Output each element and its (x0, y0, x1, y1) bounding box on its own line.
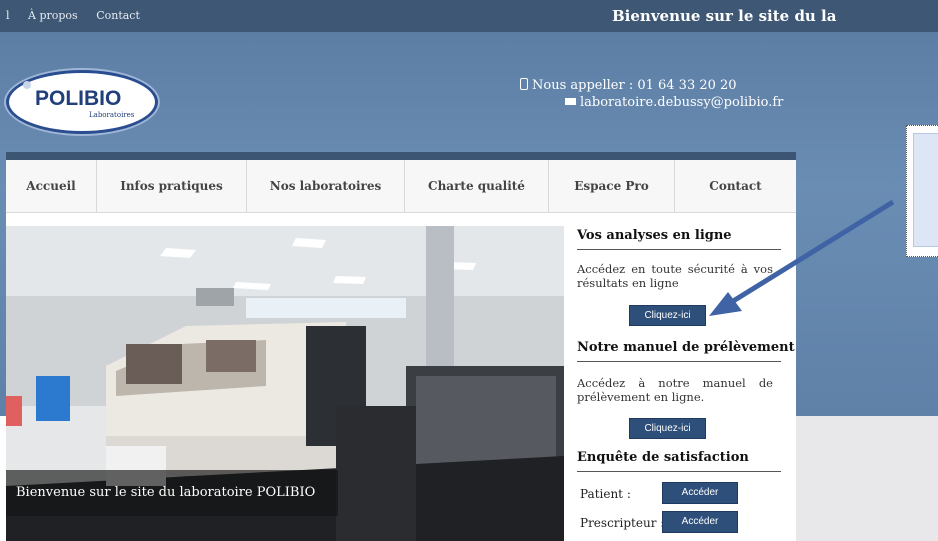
analyses-cliquez-ici-button[interactable]: Cliquez-ici (629, 305, 706, 326)
manuel-divider (577, 361, 781, 362)
nav-top-strip (6, 152, 796, 160)
mail-icon (565, 98, 576, 105)
patient-acceder-button[interactable]: Accéder (662, 482, 738, 504)
prescripteur-label: Prescripteur : (580, 516, 665, 530)
dotted-box-panel (913, 133, 938, 247)
manuel-description: Accédez à notre manuel de prélèvement en… (577, 376, 773, 404)
hero-caption: Bienvenue sur le site du laboratoire POL… (6, 470, 338, 516)
top-link-contact[interactable]: Contact (96, 9, 140, 22)
welcome-banner-text: Bienvenue sur le site du la (612, 7, 837, 25)
top-bar: l À propos Contact Bienvenue sur le site… (0, 0, 938, 32)
nav-item-charte-qualite[interactable]: Charte qualité (405, 160, 549, 212)
nav-item-contact[interactable]: Contact (675, 160, 796, 212)
top-link-apropos[interactable]: À propos (28, 9, 78, 22)
contact-info: Nous appeller : 01 64 33 20 20 laboratoi… (520, 78, 783, 110)
logo-dot (23, 81, 31, 89)
main-nav: Accueil Infos pratiques Nos laboratoires… (6, 160, 796, 213)
patient-label: Patient : (580, 487, 631, 501)
nav-item-espace-pro[interactable]: Espace Pro (549, 160, 675, 212)
analyses-description: Accédez en toute sécurité à vos résultat… (577, 262, 773, 290)
nav-item-nos-laboratoires[interactable]: Nos laboratoires (247, 160, 405, 212)
hero-caption-text: Bienvenue sur le site du laboratoire POL… (16, 485, 316, 500)
analyses-title: Vos analyses en ligne (577, 228, 732, 243)
analyses-divider (577, 249, 781, 250)
email-text[interactable]: laboratoire.debussy@polibio.fr (580, 95, 783, 110)
phone-text: Nous appeller : 01 64 33 20 20 (532, 78, 737, 93)
logo-brand-name: POLIBIO (35, 87, 122, 110)
phone-line: Nous appeller : 01 64 33 20 20 (520, 78, 737, 93)
enquete-divider (577, 471, 781, 472)
page-background-gray (796, 416, 938, 541)
manuel-cliquez-ici-button[interactable]: Cliquez-ici (629, 418, 706, 439)
email-line[interactable]: laboratoire.debussy@polibio.fr (565, 95, 783, 110)
enquete-title: Enquête de satisfaction (577, 450, 749, 465)
prescripteur-acceder-button[interactable]: Accéder (662, 511, 738, 533)
top-link-home[interactable]: l (6, 9, 10, 22)
nav-item-accueil[interactable]: Accueil (6, 160, 97, 212)
manuel-title: Notre manuel de prélèvement (577, 340, 795, 355)
nav-item-infos-pratiques[interactable]: Infos pratiques (97, 160, 247, 212)
polibio-logo[interactable]: POLIBIO Laboratoires (6, 70, 158, 134)
phone-icon (520, 78, 528, 90)
logo-subtitle: Laboratoires (89, 111, 135, 119)
top-links: l À propos Contact (6, 9, 155, 22)
